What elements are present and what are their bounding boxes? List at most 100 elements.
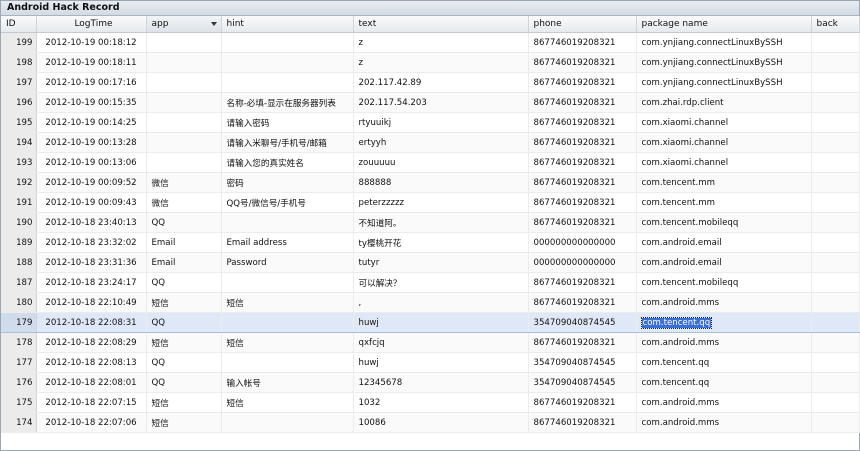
cell-app[interactable] bbox=[145, 92, 222, 113]
cell-package-name[interactable]: com.android.mms bbox=[636, 292, 812, 313]
cell-id[interactable]: 187 bbox=[1, 272, 37, 293]
cell-phone[interactable]: 867746019208321 bbox=[528, 292, 637, 313]
cell-id[interactable]: 177 bbox=[1, 352, 37, 373]
cell-back[interactable] bbox=[811, 52, 860, 73]
cell-app[interactable] bbox=[145, 132, 222, 153]
cell-package-name[interactable]: com.android.mms bbox=[636, 332, 812, 353]
cell-id[interactable]: 180 bbox=[1, 292, 37, 313]
cell-hint[interactable] bbox=[220, 352, 354, 373]
cell-package-name[interactable]: com.tencent.qq bbox=[636, 372, 812, 393]
cell-phone[interactable]: 867746019208321 bbox=[528, 412, 637, 433]
cell-package-name[interactable]: com.ynjiang.connectLinuxBySSH bbox=[636, 32, 812, 53]
cell-id[interactable]: 189 bbox=[1, 232, 37, 253]
table-row[interactable]: 199 2012-10-19 00:18:12 z 867746019208321 co… bbox=[1, 32, 860, 53]
cell-id[interactable]: 190 bbox=[1, 212, 37, 233]
cell-phone[interactable]: 867746019208321 bbox=[528, 272, 637, 293]
cell-app[interactable]: 短信 bbox=[145, 412, 222, 433]
cell-back[interactable] bbox=[811, 152, 860, 173]
cell-package-name[interactable]: com.xiaomi.channel bbox=[636, 132, 812, 153]
column-header-hint[interactable]: hint bbox=[221, 16, 354, 33]
cell-text[interactable]: 不知道阿。 bbox=[353, 212, 529, 233]
cell-back[interactable] bbox=[811, 372, 860, 393]
cell-logtime[interactable]: 2012-10-19 00:18:12 bbox=[36, 32, 147, 53]
cell-hint[interactable]: 输入帐号 bbox=[220, 372, 354, 393]
cell-text[interactable]: 1032 bbox=[353, 392, 529, 413]
cell-hint[interactable] bbox=[220, 212, 354, 233]
cell-text[interactable]: 12345678 bbox=[353, 372, 529, 393]
cell-logtime[interactable]: 2012-10-19 00:09:52 bbox=[36, 172, 147, 193]
cell-package-name[interactable]: com.tencent.mobileqq bbox=[636, 272, 812, 293]
cell-back[interactable] bbox=[811, 272, 860, 293]
cell-logtime[interactable]: 2012-10-18 22:08:01 bbox=[36, 372, 147, 393]
cell-back[interactable] bbox=[811, 392, 860, 413]
cell-text[interactable]: huwj bbox=[353, 352, 529, 373]
cell-hint[interactable]: QQ号/微信号/手机号 bbox=[220, 192, 354, 213]
cell-back[interactable] bbox=[811, 212, 860, 233]
cell-logtime[interactable]: 2012-10-18 22:08:29 bbox=[36, 332, 147, 353]
cell-phone[interactable]: 000000000000000 bbox=[528, 232, 637, 253]
cell-back[interactable] bbox=[811, 232, 860, 253]
cell-hint[interactable] bbox=[220, 412, 354, 433]
cell-text[interactable]: 202.117.42.89 bbox=[353, 72, 529, 93]
cell-phone[interactable]: 867746019208321 bbox=[528, 192, 637, 213]
cell-id[interactable]: 192 bbox=[1, 172, 37, 193]
column-header-id[interactable]: ID bbox=[1, 16, 37, 33]
cell-hint[interactable]: 请输入您的真实姓名 bbox=[220, 152, 354, 173]
cell-package-name[interactable]: com.xiaomi.channel bbox=[636, 152, 812, 173]
cell-package-name[interactable]: com.android.email bbox=[636, 252, 812, 273]
cell-logtime[interactable]: 2012-10-19 00:13:28 bbox=[36, 132, 147, 153]
cell-text[interactable]: 888888 bbox=[353, 172, 529, 193]
cell-logtime[interactable]: 2012-10-18 22:07:15 bbox=[36, 392, 147, 413]
table-row[interactable]: 179 2012-10-18 22:08:31 QQ huwj 354709040874… bbox=[1, 312, 860, 333]
cell-text[interactable]: 可以解决？ bbox=[353, 272, 529, 293]
cell-text[interactable]: tutyr bbox=[353, 252, 529, 273]
cell-package-name[interactable]: com.tencent.qq bbox=[636, 312, 812, 333]
cell-hint[interactable]: 短信 bbox=[220, 332, 354, 353]
cell-app[interactable]: 短信 bbox=[145, 332, 222, 353]
cell-back[interactable] bbox=[811, 332, 860, 353]
column-header-text[interactable]: text bbox=[353, 16, 529, 33]
cell-logtime[interactable]: 2012-10-19 00:14:25 bbox=[36, 112, 147, 133]
cell-hint[interactable] bbox=[220, 32, 354, 53]
cell-phone[interactable]: 867746019208321 bbox=[528, 72, 637, 93]
cell-logtime[interactable]: 2012-10-19 00:09:43 bbox=[36, 192, 147, 213]
cell-package-name[interactable]: com.tencent.mm bbox=[636, 172, 812, 193]
cell-app[interactable] bbox=[145, 152, 222, 173]
cell-package-name[interactable]: com.android.mms bbox=[636, 412, 812, 433]
cell-id[interactable]: 179 bbox=[1, 312, 37, 333]
table-row[interactable]: 188 2012-10-18 23:31:36 Email Password tutyr… bbox=[1, 252, 860, 273]
cell-back[interactable] bbox=[811, 292, 860, 313]
cell-app[interactable] bbox=[145, 72, 222, 93]
cell-id[interactable]: 197 bbox=[1, 72, 37, 93]
cell-id[interactable]: 193 bbox=[1, 152, 37, 173]
cell-app[interactable]: 微信 bbox=[145, 172, 222, 193]
cell-back[interactable] bbox=[811, 412, 860, 433]
cell-package-name[interactable]: com.tencent.qq bbox=[636, 352, 812, 373]
cell-phone[interactable]: 867746019208321 bbox=[528, 52, 637, 73]
column-header-back[interactable]: back bbox=[811, 16, 860, 33]
cell-id[interactable]: 191 bbox=[1, 192, 37, 213]
cell-id[interactable]: 195 bbox=[1, 112, 37, 133]
cell-app[interactable]: QQ bbox=[145, 352, 222, 373]
cell-logtime[interactable]: 2012-10-18 22:08:13 bbox=[36, 352, 147, 373]
cell-phone[interactable]: 867746019208321 bbox=[528, 112, 637, 133]
table-row[interactable]: 193 2012-10-19 00:13:06 请输入您的真实姓名 zouuuuu 86… bbox=[1, 152, 860, 173]
cell-hint[interactable]: 请输入密码 bbox=[220, 112, 354, 133]
cell-text[interactable]: zouuuuu bbox=[353, 152, 529, 173]
cell-id[interactable]: 178 bbox=[1, 332, 37, 353]
cell-logtime[interactable]: 2012-10-18 23:40:13 bbox=[36, 212, 147, 233]
cell-text[interactable]: rtyuuikj bbox=[353, 112, 529, 133]
cell-package-name[interactable]: com.android.mms bbox=[636, 392, 812, 413]
cell-hint[interactable] bbox=[220, 272, 354, 293]
cell-phone[interactable]: 867746019208321 bbox=[528, 152, 637, 173]
cell-logtime[interactable]: 2012-10-18 22:08:31 bbox=[36, 312, 147, 333]
table-row[interactable]: 178 2012-10-18 22:08:29 短信 短信 qxfcjq 86774601… bbox=[1, 332, 860, 353]
cell-app[interactable]: 短信 bbox=[145, 392, 222, 413]
selected-cell-text[interactable]: com.tencent.qq bbox=[640, 316, 713, 329]
cell-text[interactable]: peterzzzzz bbox=[353, 192, 529, 213]
cell-hint[interactable]: 短信 bbox=[220, 292, 354, 313]
column-header-logtime[interactable]: LogTime bbox=[36, 16, 147, 33]
column-header-package-name[interactable]: package name bbox=[636, 16, 812, 33]
cell-text[interactable]: z bbox=[353, 52, 529, 73]
cell-package-name[interactable]: com.tencent.mm bbox=[636, 192, 812, 213]
